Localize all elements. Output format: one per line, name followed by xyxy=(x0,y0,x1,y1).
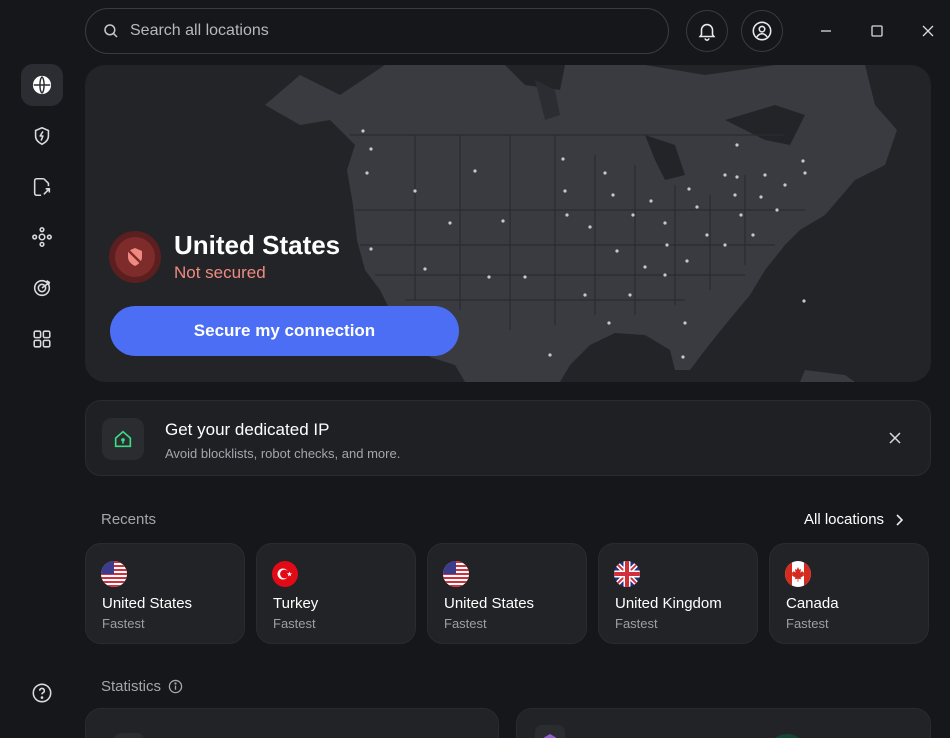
sidebar-item-meshnet[interactable] xyxy=(21,216,63,258)
recent-location-card[interactable]: Turkey Fastest xyxy=(256,543,416,644)
connection-status-icon xyxy=(109,231,161,283)
recent-location-card[interactable]: Canada Fastest xyxy=(769,543,929,644)
shield-bolt-icon xyxy=(34,126,50,146)
help-icon xyxy=(32,683,52,703)
recent-location-name: United States xyxy=(444,595,535,612)
sidebar-item-dark-web-monitor[interactable] xyxy=(21,267,63,309)
ca-flag-icon xyxy=(785,561,811,587)
maximize-icon xyxy=(871,25,883,37)
all-locations-label: All locations xyxy=(804,511,885,528)
connection-country: United States xyxy=(174,230,341,260)
recents-heading: Recents xyxy=(101,511,157,528)
sidebar xyxy=(0,0,84,738)
notifications-button[interactable] xyxy=(686,10,728,52)
statistics-card[interactable] xyxy=(85,708,499,738)
split-tunnel-icon xyxy=(33,177,51,197)
recent-location-sub: Fastest xyxy=(102,616,145,631)
statistics-card[interactable] xyxy=(516,708,931,738)
search-input[interactable] xyxy=(130,22,630,40)
globe-icon xyxy=(32,75,52,95)
banner-title: Get your dedicated IP xyxy=(165,420,330,439)
chevron-right-icon xyxy=(896,513,904,526)
dedicated-ip-banner[interactable]: Get your dedicated IP Avoid blocklists, … xyxy=(85,400,931,476)
close-icon xyxy=(922,25,934,37)
bell-icon xyxy=(698,23,716,41)
user-icon xyxy=(752,21,772,41)
us-flag-icon xyxy=(101,561,127,587)
all-locations-link[interactable]: All locations xyxy=(804,511,904,528)
target-icon xyxy=(33,279,51,297)
sidebar-item-threat-protection[interactable] xyxy=(21,115,63,157)
statistics-heading: Statistics xyxy=(101,678,183,695)
statistics-label: Statistics xyxy=(101,678,162,695)
minimize-icon xyxy=(821,30,831,32)
shield-off-icon xyxy=(126,248,144,266)
stat-icon-box xyxy=(535,725,565,738)
recent-location-sub: Fastest xyxy=(615,616,658,631)
connection-status: Not secured xyxy=(174,263,266,282)
secure-connection-button[interactable]: Secure my connection xyxy=(110,306,459,356)
close-icon xyxy=(889,432,901,444)
search-bar[interactable] xyxy=(85,8,669,54)
hexagon-icon xyxy=(544,734,556,738)
stat-badge xyxy=(767,734,807,738)
info-icon[interactable] xyxy=(168,679,183,694)
dedicated-ip-icon-box xyxy=(102,418,144,460)
home-pin-icon xyxy=(114,430,132,448)
profile-button[interactable] xyxy=(741,10,783,52)
sidebar-item-apps[interactable] xyxy=(21,318,63,360)
minimize-button[interactable] xyxy=(811,16,841,46)
banner-subtitle: Avoid blocklists, robot checks, and more… xyxy=(165,446,401,461)
tr-flag-icon xyxy=(272,561,298,587)
recent-location-name: Turkey xyxy=(273,595,319,612)
maximize-button[interactable] xyxy=(862,16,892,46)
mesh-network-icon xyxy=(32,227,52,247)
apps-grid-icon xyxy=(33,330,51,348)
recent-location-name: Canada xyxy=(786,595,839,612)
recent-location-card[interactable]: United Kingdom Fastest xyxy=(598,543,758,644)
help-button[interactable] xyxy=(21,672,63,714)
recent-location-name: United States xyxy=(102,595,193,612)
sidebar-item-locations[interactable] xyxy=(21,64,63,106)
close-window-button[interactable] xyxy=(913,16,943,46)
recent-location-sub: Fastest xyxy=(444,616,487,631)
sidebar-item-split-tunneling[interactable] xyxy=(21,166,63,208)
recent-location-sub: Fastest xyxy=(786,616,829,631)
search-icon xyxy=(104,24,118,38)
map-panel: United States Not secured Secure my conn… xyxy=(85,65,931,382)
recent-location-card[interactable]: United States Fastest xyxy=(85,543,245,644)
recent-location-sub: Fastest xyxy=(273,616,316,631)
recent-location-card[interactable]: United States Fastest xyxy=(427,543,587,644)
stat-icon-box xyxy=(114,733,144,738)
recent-location-name: United Kingdom xyxy=(615,595,722,612)
banner-close-button[interactable] xyxy=(880,423,910,453)
us-flag-icon xyxy=(443,561,469,587)
uk-flag-icon xyxy=(614,561,640,587)
